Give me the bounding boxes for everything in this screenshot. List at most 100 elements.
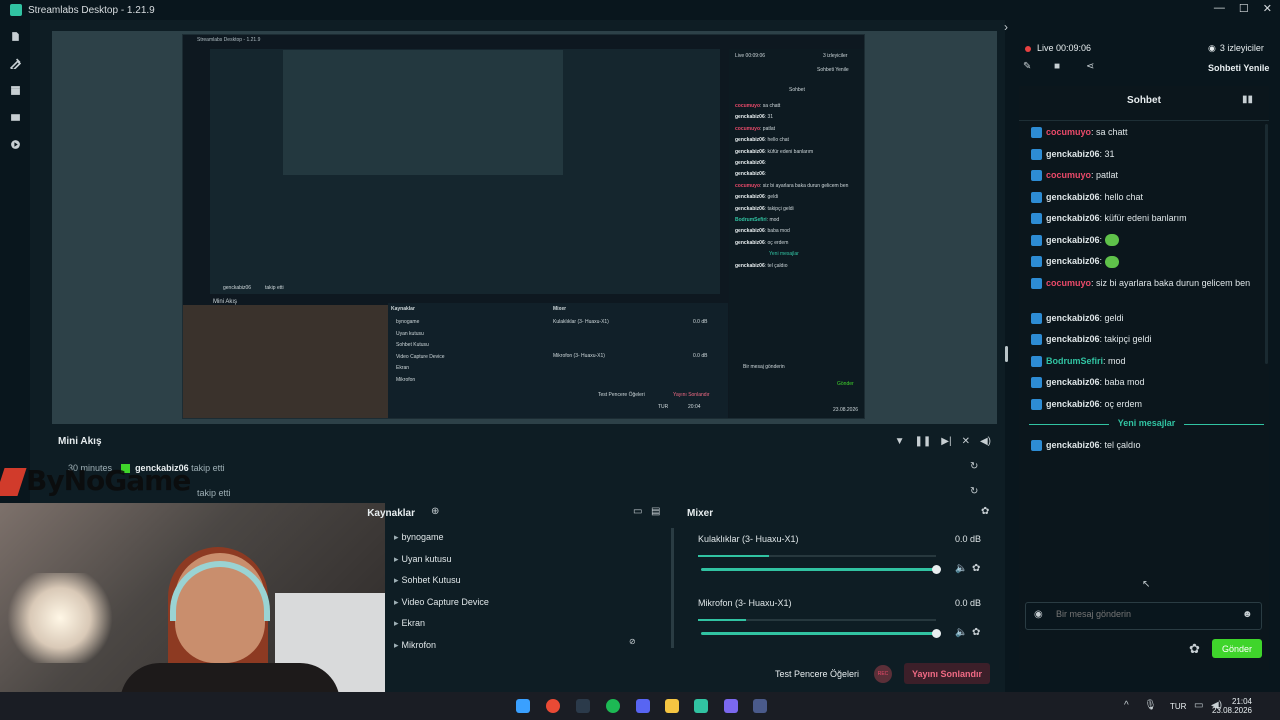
capture-chat-column: Live 00:09:06 3 izleyiciler Sohbeti Yeni… xyxy=(729,49,864,418)
chat-settings-icon[interactable]: ✿ xyxy=(1189,641,1200,657)
emoji-icon[interactable]: ☻ xyxy=(1242,609,1253,620)
editor-nav-icon[interactable] xyxy=(0,23,30,50)
minimize-button[interactable]: — xyxy=(1214,2,1225,15)
mixer-channel: Mikrofon (3- Huaxu-X1) 0.0 dB xyxy=(698,598,981,608)
chat-username[interactable]: cocumuyo xyxy=(1046,278,1091,288)
tray-chevron-icon[interactable]: ^ xyxy=(1124,700,1129,711)
streamlabs-icon[interactable] xyxy=(694,699,708,713)
explorer-icon[interactable] xyxy=(665,699,679,713)
mute-alerts-icon[interactable]: ✕ xyxy=(962,436,970,447)
network-icon[interactable]: ▭ xyxy=(1194,700,1203,711)
source-item[interactable]: ▸ Video Capture Device xyxy=(394,597,489,608)
source-type-icon: ▸ xyxy=(394,618,399,628)
mic-icon[interactable]: 🎙 xyxy=(1144,700,1157,711)
volume-icon[interactable]: ◀) xyxy=(980,436,991,447)
source-item[interactable]: ▸ Uyan kutusu xyxy=(394,554,452,565)
capture-chat-line: genckabiz06: geldi xyxy=(735,194,779,201)
platform-icon xyxy=(1031,256,1042,268)
source-type-icon: ▸ xyxy=(394,596,399,607)
chat-username[interactable]: genckabiz06 xyxy=(1046,377,1100,387)
chat-username[interactable]: genckabiz06 xyxy=(1046,440,1100,450)
source-folder-icon[interactable]: ▭ xyxy=(633,506,642,517)
chat-username[interactable]: genckabiz06 xyxy=(1046,334,1100,344)
chat-text: : 31 xyxy=(1099,148,1115,159)
capture-chat-line: genckabiz06: baba mod xyxy=(735,228,790,235)
fader-knob[interactable] xyxy=(932,565,941,574)
capture-mixer-label: Mixer xyxy=(553,306,567,312)
themes-nav-icon[interactable] xyxy=(0,50,30,77)
end-stream-button[interactable]: Yayını Sonlandır xyxy=(904,663,990,684)
record-button[interactable]: REC xyxy=(874,665,892,683)
capture-send: Gönder xyxy=(837,381,854,387)
filter-icon[interactable]: ▼ xyxy=(895,436,905,447)
volume-fader[interactable] xyxy=(701,632,937,635)
mixer-settings-icon[interactable]: ✿ xyxy=(981,506,989,517)
source-item[interactable]: ▸ Ekran xyxy=(394,618,425,629)
chrome-icon[interactable] xyxy=(546,699,560,713)
discord-icon[interactable] xyxy=(636,699,650,713)
chat-username[interactable]: cocumuyo xyxy=(1046,170,1091,180)
edit-icon[interactable]: ✎ xyxy=(1023,61,1031,72)
chat-username[interactable]: cocumuyo xyxy=(1046,127,1091,137)
fader-knob[interactable] xyxy=(932,629,941,638)
chat-username[interactable]: genckabiz06 xyxy=(1046,192,1100,202)
capture-inner-preview xyxy=(283,50,563,175)
add-source-icon[interactable]: ⊕ xyxy=(431,506,439,517)
keyboard-language[interactable]: TUR xyxy=(1170,702,1186,711)
repeat-alert-icon[interactable]: ↻ xyxy=(970,486,978,497)
spotify-icon[interactable] xyxy=(606,699,620,713)
capture-end: Yayını Sonlandır xyxy=(673,392,710,398)
share-icon[interactable]: ⋖ xyxy=(1086,61,1094,72)
hide-source-icon[interactable]: ⊘ xyxy=(629,637,636,646)
chat-mode-icon[interactable]: ◉ xyxy=(1034,609,1043,620)
app-icon[interactable] xyxy=(753,699,767,713)
app-icon[interactable] xyxy=(724,699,738,713)
channel-settings-icon[interactable]: ✿ xyxy=(972,627,980,638)
capture-mixer-ch1: Kulaklıklar (3- Huaxu-X1) xyxy=(553,319,609,325)
mixer-channel: Kulaklıklar (3- Huaxu-X1) 0.0 dB xyxy=(698,534,981,544)
chat-username[interactable]: genckabiz06 xyxy=(1046,313,1100,323)
pause-icon[interactable]: ❚❚ xyxy=(915,436,932,447)
source-settings-icon[interactable]: ▤ xyxy=(651,506,660,517)
chat-text: : patlat xyxy=(1091,170,1119,180)
capture-mixer-ch2: Mikrofon (3- Huaxu-X1) xyxy=(553,353,605,359)
send-button[interactable]: Gönder xyxy=(1212,639,1262,658)
chat-username[interactable]: BodrumSefiri xyxy=(1046,356,1103,366)
layout-nav-icon[interactable] xyxy=(0,104,30,131)
sidebar-resize-handle[interactable] xyxy=(1005,346,1008,362)
store-nav-icon[interactable] xyxy=(0,77,30,104)
channel-db: 0.0 dB xyxy=(954,534,981,544)
chat-username[interactable]: genckabiz06 xyxy=(1046,399,1100,409)
mute-icon[interactable]: 🔈 xyxy=(955,563,967,574)
capture-source-item: Ekran xyxy=(396,365,410,371)
skip-icon[interactable]: ▶| xyxy=(941,436,951,447)
test-widgets-button[interactable]: Test Pencere Öğeleri xyxy=(775,669,859,679)
viewer-text: 3 izleyiciler xyxy=(1219,43,1264,53)
chat-users-icon[interactable]: ▮▮ xyxy=(1242,94,1253,105)
studio-icon[interactable]: ■ xyxy=(1054,61,1060,72)
volume-meter xyxy=(698,555,936,557)
source-item[interactable]: ▸ Mikrofon xyxy=(394,640,436,651)
volume-fader[interactable] xyxy=(701,568,937,571)
channel-settings-icon[interactable]: ✿ xyxy=(972,563,980,574)
start-icon[interactable] xyxy=(516,699,530,713)
chat-username[interactable]: genckabiz06 xyxy=(1046,149,1100,159)
refresh-chat-button[interactable]: Sohbeti Yenile xyxy=(1208,63,1269,73)
feed-action: takip etti xyxy=(197,488,231,498)
source-item[interactable]: ▸ Sohbet Kutusu xyxy=(394,575,461,586)
clock[interactable]: 21:04 23.08.2026 xyxy=(1212,697,1252,715)
chat-username[interactable]: genckabiz06 xyxy=(1046,213,1100,223)
repeat-alert-icon[interactable]: ↻ xyxy=(970,461,978,472)
maximize-button[interactable]: ☐ xyxy=(1239,2,1249,15)
chat-username[interactable]: genckabiz06 xyxy=(1046,235,1100,245)
close-button[interactable]: ✕ xyxy=(1263,2,1272,15)
chat-message-input[interactable] xyxy=(1056,609,1236,619)
chat-text: : tel çaldıo xyxy=(1099,440,1141,450)
mute-icon[interactable]: 🔈 xyxy=(955,627,967,638)
chat-username[interactable]: genckabiz06 xyxy=(1046,256,1100,266)
sources-panel: Kaynaklar ⊕ ▭ ▤ ▸ bynogame ▸ Uyan kutusu ▸ So… xyxy=(367,502,677,657)
steam-icon[interactable] xyxy=(576,699,590,713)
collapse-right-icon[interactable]: › xyxy=(1004,20,1008,34)
source-item[interactable]: ▸ bynogame xyxy=(394,532,444,543)
play-nav-icon[interactable] xyxy=(0,131,30,158)
